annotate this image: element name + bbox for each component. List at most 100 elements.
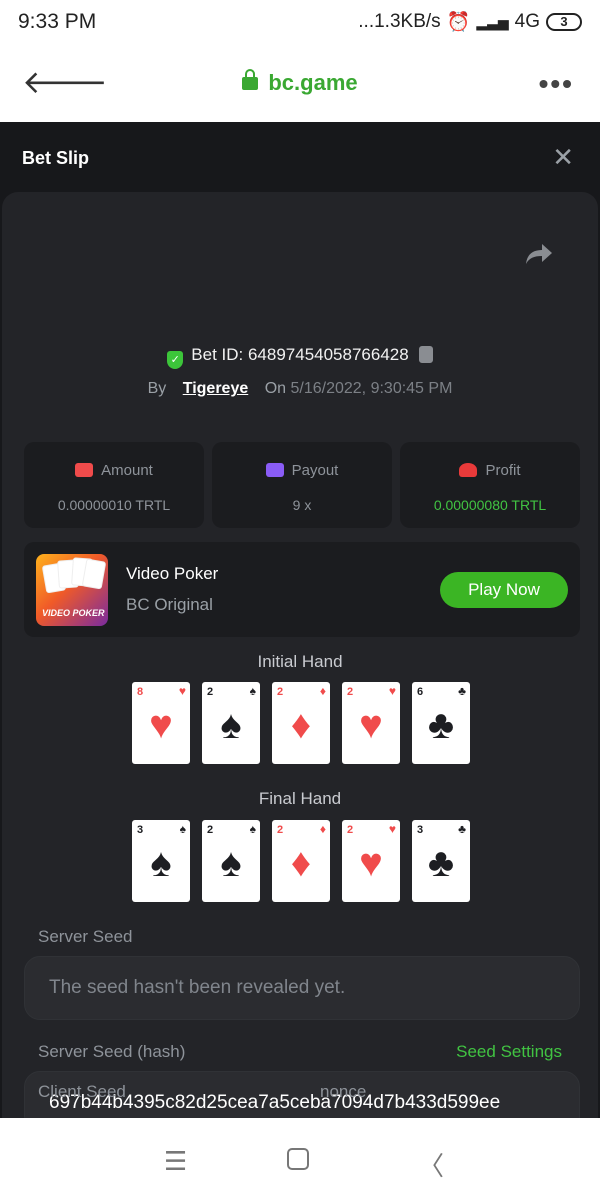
home-icon[interactable] bbox=[287, 1148, 309, 1170]
card-rank: 6 bbox=[417, 686, 424, 698]
battery-icon: 3 bbox=[546, 13, 582, 31]
seed-settings-link[interactable]: Seed Settings bbox=[456, 1042, 562, 1062]
card-rank: 2 bbox=[207, 824, 214, 836]
stat-amount: Amount 0.00000010 TRTL bbox=[24, 442, 204, 528]
playing-card: 2 ♦ ♦ bbox=[272, 820, 330, 902]
stat-label: Amount bbox=[101, 462, 153, 479]
card-rank: 8 bbox=[137, 686, 144, 698]
bet-byline: By Tigereye On 5/16/2022, 9:30:45 PM bbox=[2, 380, 598, 398]
payout-icon bbox=[265, 463, 284, 477]
game-name[interactable]: Video Poker bbox=[126, 564, 218, 584]
thumbnail-title: VIDEO POKER bbox=[42, 608, 105, 618]
bet-slip-panel: Bet Slip ✕ ✓ Bet ID: 64897454058766428 By… bbox=[0, 122, 600, 1118]
client-seed-field[interactable] bbox=[22, 1110, 292, 1118]
server-seed-label: Server Seed bbox=[38, 927, 133, 946]
bet-id: Bet ID: 64897454058766428 bbox=[191, 345, 409, 364]
card-suit-small: ♠ bbox=[249, 822, 256, 836]
playing-card: 3 ♣ ♣ bbox=[412, 820, 470, 902]
network-type: 4G bbox=[514, 11, 540, 32]
playing-card: 2 ♦ ♦ bbox=[272, 682, 330, 764]
card-suit-large: ♠ bbox=[220, 703, 242, 747]
card-suit-large: ♣ bbox=[427, 841, 455, 885]
panel-title: Bet Slip bbox=[22, 148, 90, 168]
card-suit-small: ♥ bbox=[178, 684, 186, 698]
card-suit-small: ♠ bbox=[179, 822, 186, 836]
playing-card: 8 ♥ ♥ bbox=[132, 682, 190, 764]
username-link[interactable]: Tigereye bbox=[183, 380, 249, 397]
bet-date: 5/16/2022, 9:30:45 PM bbox=[290, 380, 453, 397]
signal-icon: ▂▃▅ bbox=[476, 13, 509, 30]
stat-value: 0.00000080 TRTL bbox=[433, 497, 547, 513]
network-speed: ...1.3KB/s bbox=[358, 11, 441, 32]
game-row: VIDEO POKER Video Poker BC Original Play… bbox=[24, 542, 580, 637]
nonce-label: nonce bbox=[320, 1082, 367, 1101]
card-suit-large: ♠ bbox=[220, 841, 242, 885]
card-suit-large: ♣ bbox=[427, 703, 455, 747]
playing-card: 6 ♣ ♣ bbox=[412, 682, 470, 764]
card-suit-large: ♦ bbox=[290, 841, 312, 885]
server-hash-label: Server Seed (hash) bbox=[38, 1042, 186, 1061]
card-suit-small: ♦ bbox=[319, 822, 326, 836]
card-rank: 2 bbox=[277, 824, 284, 836]
status-time: 9:33 PM bbox=[18, 10, 97, 33]
panel-header: Bet Slip ✕ bbox=[0, 122, 600, 192]
bet-detail-card: ✓ Bet ID: 64897454058766428 By Tigereye O… bbox=[2, 192, 598, 1118]
video-poker-thumbnail[interactable]: VIDEO POKER bbox=[36, 554, 108, 626]
stat-label: Payout bbox=[291, 462, 339, 479]
playing-card: 2 ♠ ♠ bbox=[202, 820, 260, 902]
stat-value: 0.00000010 TRTL bbox=[57, 497, 171, 513]
alarm-icon: ⏰ bbox=[446, 12, 471, 33]
final-hand-title: Final Hand bbox=[258, 789, 342, 808]
close-icon[interactable]: ✕ bbox=[552, 142, 574, 173]
bet-stats: Amount 0.00000010 TRTL Payout 9 x Profit… bbox=[24, 442, 580, 528]
card-rank: 2 bbox=[207, 686, 214, 698]
card-rank: 2 bbox=[277, 686, 284, 698]
card-suit-large: ♥ bbox=[359, 841, 383, 885]
playing-card: 2 ♥ ♥ bbox=[342, 820, 400, 902]
card-suit-small: ♣ bbox=[458, 822, 466, 836]
playing-card: 2 ♠ ♠ bbox=[202, 682, 260, 764]
card-suit-large: ♥ bbox=[149, 703, 173, 747]
card-suit-small: ♠ bbox=[249, 684, 256, 698]
thumb-card bbox=[81, 558, 107, 590]
verified-shield-icon: ✓ bbox=[167, 351, 184, 369]
bet-id-row: ✓ Bet ID: 64897454058766428 bbox=[2, 345, 598, 369]
back-icon[interactable]: 〈 bbox=[418, 1146, 444, 1183]
play-now-button[interactable]: Play Now bbox=[440, 572, 568, 608]
card-suit-large: ♠ bbox=[150, 841, 172, 885]
card-suit-small: ♦ bbox=[319, 684, 326, 698]
stat-profit: Profit 0.00000080 TRTL bbox=[400, 442, 580, 528]
stat-payout: Payout 9 x bbox=[212, 442, 392, 528]
card-rank: 3 bbox=[417, 824, 424, 836]
menu-icon[interactable]: ☰ bbox=[164, 1146, 187, 1177]
server-seed-field[interactable]: The seed hasn't been revealed yet. bbox=[24, 956, 580, 1020]
address-bar[interactable]: bc.game bbox=[0, 69, 600, 96]
share-icon[interactable] bbox=[524, 242, 554, 266]
system-nav-bar: ☰ 〈 bbox=[0, 1118, 600, 1200]
nonce-field[interactable] bbox=[306, 1110, 576, 1118]
final-hand-cards: 3 ♠ ♠ 2 ♠ ♠ 2 ♦ ♦ 2 ♥ ♥ 3 ♣ ♣ bbox=[132, 820, 472, 902]
playing-card: 2 ♥ ♥ bbox=[342, 682, 400, 764]
amount-icon bbox=[75, 463, 94, 477]
card-rank: 2 bbox=[347, 824, 354, 836]
url-text: bc.game bbox=[268, 70, 358, 95]
client-seed-label: Client Seed bbox=[38, 1082, 126, 1101]
status-bar: 9:33 PM ...1.3KB/s ⏰ ▂▃▅ 4G 3 bbox=[0, 0, 600, 44]
copy-icon[interactable] bbox=[418, 346, 433, 363]
on-label: On bbox=[264, 380, 287, 397]
more-menu-icon[interactable]: ••• bbox=[539, 68, 574, 100]
card-suit-small: ♥ bbox=[388, 684, 396, 698]
profit-icon bbox=[459, 463, 478, 477]
stat-value: 9 x bbox=[292, 497, 312, 513]
by-label: By bbox=[147, 380, 167, 397]
game-provider: BC Original bbox=[126, 595, 213, 614]
card-suit-large: ♥ bbox=[359, 703, 383, 747]
browser-toolbar: 🡐 bc.game ••• bbox=[0, 44, 600, 122]
lock-icon bbox=[242, 69, 259, 90]
stat-label: Profit bbox=[485, 462, 521, 479]
initial-hand-cards: 8 ♥ ♥ 2 ♠ ♠ 2 ♦ ♦ 2 ♥ ♥ 6 ♣ ♣ bbox=[132, 682, 472, 764]
card-suit-small: ♥ bbox=[388, 822, 396, 836]
card-suit-small: ♣ bbox=[458, 684, 466, 698]
card-suit-large: ♦ bbox=[290, 703, 312, 747]
initial-hand-title: Initial Hand bbox=[257, 652, 343, 671]
